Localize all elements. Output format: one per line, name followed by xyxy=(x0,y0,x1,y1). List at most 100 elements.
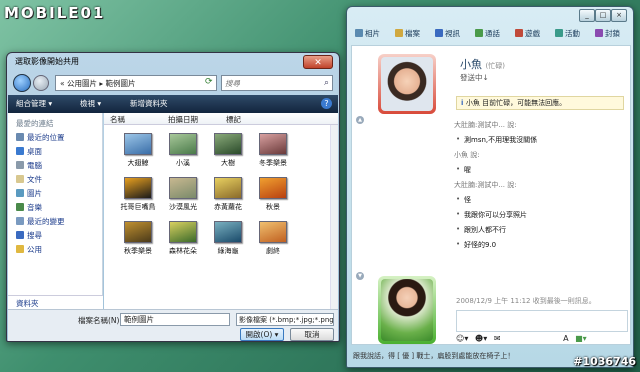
sidebar-item-label: 文件 xyxy=(27,175,42,184)
file-list: 名稱 拍攝日期 標記 大翅鯨 小溪 大樹 冬季樂景托哥巨嘴鳥 沙漠風光 赤黃蘿花 秋景秋季樂… xyxy=(104,113,338,309)
new-folder-button[interactable]: 新增資料夾 xyxy=(130,98,168,109)
emoticon-bar: ☺▾ ☻▾ ✉ A ■▾ xyxy=(456,334,628,344)
photos-button[interactable]: 相片 xyxy=(355,28,380,39)
video-button[interactable]: 視訊 xyxy=(435,28,460,39)
chat-message: 好怪的9.0 xyxy=(456,240,496,250)
sidebar-item-recent[interactable]: 最近的位置 xyxy=(16,132,65,143)
message-input[interactable] xyxy=(456,310,628,332)
toolbar-label: 視訊 xyxy=(445,29,460,38)
thumbnail-label: 赤黃蘿花 xyxy=(214,203,242,211)
collapse-icon[interactable]: ▼ xyxy=(356,272,364,280)
forward-button[interactable] xyxy=(33,75,49,91)
thumbnail-label: 大翅鯨 xyxy=(127,159,149,167)
column-date-taken[interactable]: 拍攝日期 xyxy=(168,114,198,125)
back-button[interactable] xyxy=(13,74,31,92)
games-icon xyxy=(515,29,523,37)
open-button[interactable]: 開啟(O) ▾ xyxy=(240,328,284,341)
sidebar-item-documents[interactable]: 文件 xyxy=(16,174,42,185)
folders-toggle[interactable]: 資料夾 xyxy=(8,295,103,309)
close-icon: ✕ xyxy=(314,58,322,68)
busy-notice: i 小魚 目前忙碌，可能無法回應。 xyxy=(456,96,624,110)
sidebar-item-label: 桌面 xyxy=(27,147,42,156)
block-icon xyxy=(595,29,603,37)
thumbnail-item[interactable]: 秋季樂景 xyxy=(116,221,160,261)
photos-icon xyxy=(355,29,363,37)
maximize-button[interactable]: □ xyxy=(595,9,611,22)
thumbnail-item[interactable]: 小溪 xyxy=(161,133,205,173)
view-button[interactable]: 檢視 ▾ xyxy=(80,98,101,109)
contact-photo xyxy=(381,57,433,111)
call-icon xyxy=(475,29,483,37)
chat-message: 喔 xyxy=(456,165,471,175)
organize-button[interactable]: 組合管理 ▾ xyxy=(16,98,52,109)
contact-avatar[interactable] xyxy=(378,54,436,114)
vertical-scrollbar[interactable] xyxy=(330,125,338,309)
cancel-button[interactable]: 取消 xyxy=(290,328,334,341)
thumbnail-item[interactable]: 冬季樂景 xyxy=(251,133,295,173)
thumbnail-item[interactable]: 赤黃蘿花 xyxy=(206,177,250,217)
column-tags[interactable]: 標記 xyxy=(226,114,241,125)
address-bar[interactable]: « 公用圖片 ▸ 範例圖片 xyxy=(55,75,217,91)
emoticon-icon[interactable]: ☺▾ xyxy=(456,334,468,343)
sidebar-item-computer[interactable]: 電腦 xyxy=(16,160,42,171)
games-button[interactable]: 遊戲 xyxy=(515,28,540,39)
close-window-button[interactable]: × xyxy=(611,9,627,22)
thumbnail-label: 沙漠風光 xyxy=(169,203,197,211)
files-button[interactable]: 檔案 xyxy=(395,28,420,39)
thumbnail-image xyxy=(214,133,242,155)
block-button[interactable]: 封鎖 xyxy=(595,28,620,39)
recent-changes-icon xyxy=(16,217,24,225)
thumbnail-item[interactable]: 秋景 xyxy=(251,177,295,217)
thumbnail-label: 綠海龜 xyxy=(217,247,239,255)
search-input[interactable] xyxy=(222,76,318,91)
chat-message: 怪 xyxy=(456,195,471,205)
contact-name: 小魚 (忙碌) xyxy=(460,56,505,72)
pictures-icon xyxy=(16,189,24,197)
minimize-button[interactable]: _ xyxy=(579,9,595,22)
thumbnail-item[interactable]: 森林花朵 xyxy=(161,221,205,261)
sidebar-item-public[interactable]: 公用 xyxy=(16,244,42,255)
recent-places-icon xyxy=(16,133,24,141)
sidebar-item-pictures[interactable]: 圖片 xyxy=(16,188,42,199)
sidebar-item-music[interactable]: 音樂 xyxy=(16,202,42,213)
column-name[interactable]: 名稱 xyxy=(110,114,125,125)
close-button[interactable]: ✕ xyxy=(303,55,333,69)
thumbnail-label: 森林花朵 xyxy=(169,247,197,255)
thumbnail-item[interactable]: 大樹 xyxy=(206,133,250,173)
thumbnail-item[interactable]: 大翅鯨 xyxy=(116,133,160,173)
dialog-footer: 檔案名稱(N): 範例圖片 影像檔案 (*.bmp;*.jpg;*.png 開啟… xyxy=(8,309,338,341)
thumbnail-item[interactable]: 沙漠風光 xyxy=(161,177,205,217)
search-box[interactable]: ⌕ xyxy=(221,75,333,91)
background-icon[interactable]: ■▾ xyxy=(575,334,587,343)
activities-button[interactable]: 活動 xyxy=(555,28,580,39)
help-icon[interactable]: ? xyxy=(321,98,332,109)
sidebar-item-search[interactable]: 搜尋 xyxy=(16,230,42,241)
collapse-icon[interactable]: ▲ xyxy=(356,116,364,124)
sidebar-item-recent-changes[interactable]: 最近的變更 xyxy=(16,216,65,227)
thumbnail-image xyxy=(169,133,197,155)
refresh-icon[interactable]: ⟳ xyxy=(205,77,215,88)
filetype-select[interactable]: 影像檔案 (*.bmp;*.jpg;*.png xyxy=(236,313,334,326)
thumbnail-item[interactable]: 劇終 xyxy=(251,221,295,261)
thumbnail-item[interactable]: 綠海龜 xyxy=(206,221,250,261)
font-icon[interactable]: A xyxy=(563,334,568,343)
filename-input[interactable]: 範例圖片 xyxy=(120,313,230,326)
dialog-toolbar: 組合管理 ▾ 檢視 ▾ 新增資料夾 ? xyxy=(8,95,338,113)
wink-icon[interactable]: ☻▾ xyxy=(475,334,487,343)
call-button[interactable]: 通話 xyxy=(475,28,500,39)
msn-conversation-window: _ □ × 相片 檔案 視訊 通話 遊戲 活動 封鎖 小魚 (忙碌) 發送中↓ … xyxy=(346,6,634,368)
toolbar-label: 遊戲 xyxy=(525,29,540,38)
chat-message: 測msn,不用理我沒關係 xyxy=(456,135,537,145)
chat-sender: 大肚腩:測試中... 說: xyxy=(454,121,517,129)
my-avatar[interactable] xyxy=(378,276,436,344)
thumbnail-label: 小溪 xyxy=(176,159,190,167)
sidebar-item-desktop[interactable]: 桌面 xyxy=(16,146,42,157)
dialog-title: 選取影像開始共用 xyxy=(15,57,79,66)
watermark-tag: #1036746 xyxy=(573,355,636,368)
filename-label: 檔案名稱(N): xyxy=(78,316,122,325)
ad-footer[interactable]: 跟我說話，得 [ 優 ] 戰士，扁股到處能放在椅子上！ xyxy=(353,351,514,361)
thumbnail-image xyxy=(214,221,242,243)
nudge-icon[interactable]: ✉ xyxy=(494,334,501,343)
thumbnail-item[interactable]: 托哥巨嘴鳥 xyxy=(116,177,160,217)
thumbnail-image xyxy=(259,177,287,199)
